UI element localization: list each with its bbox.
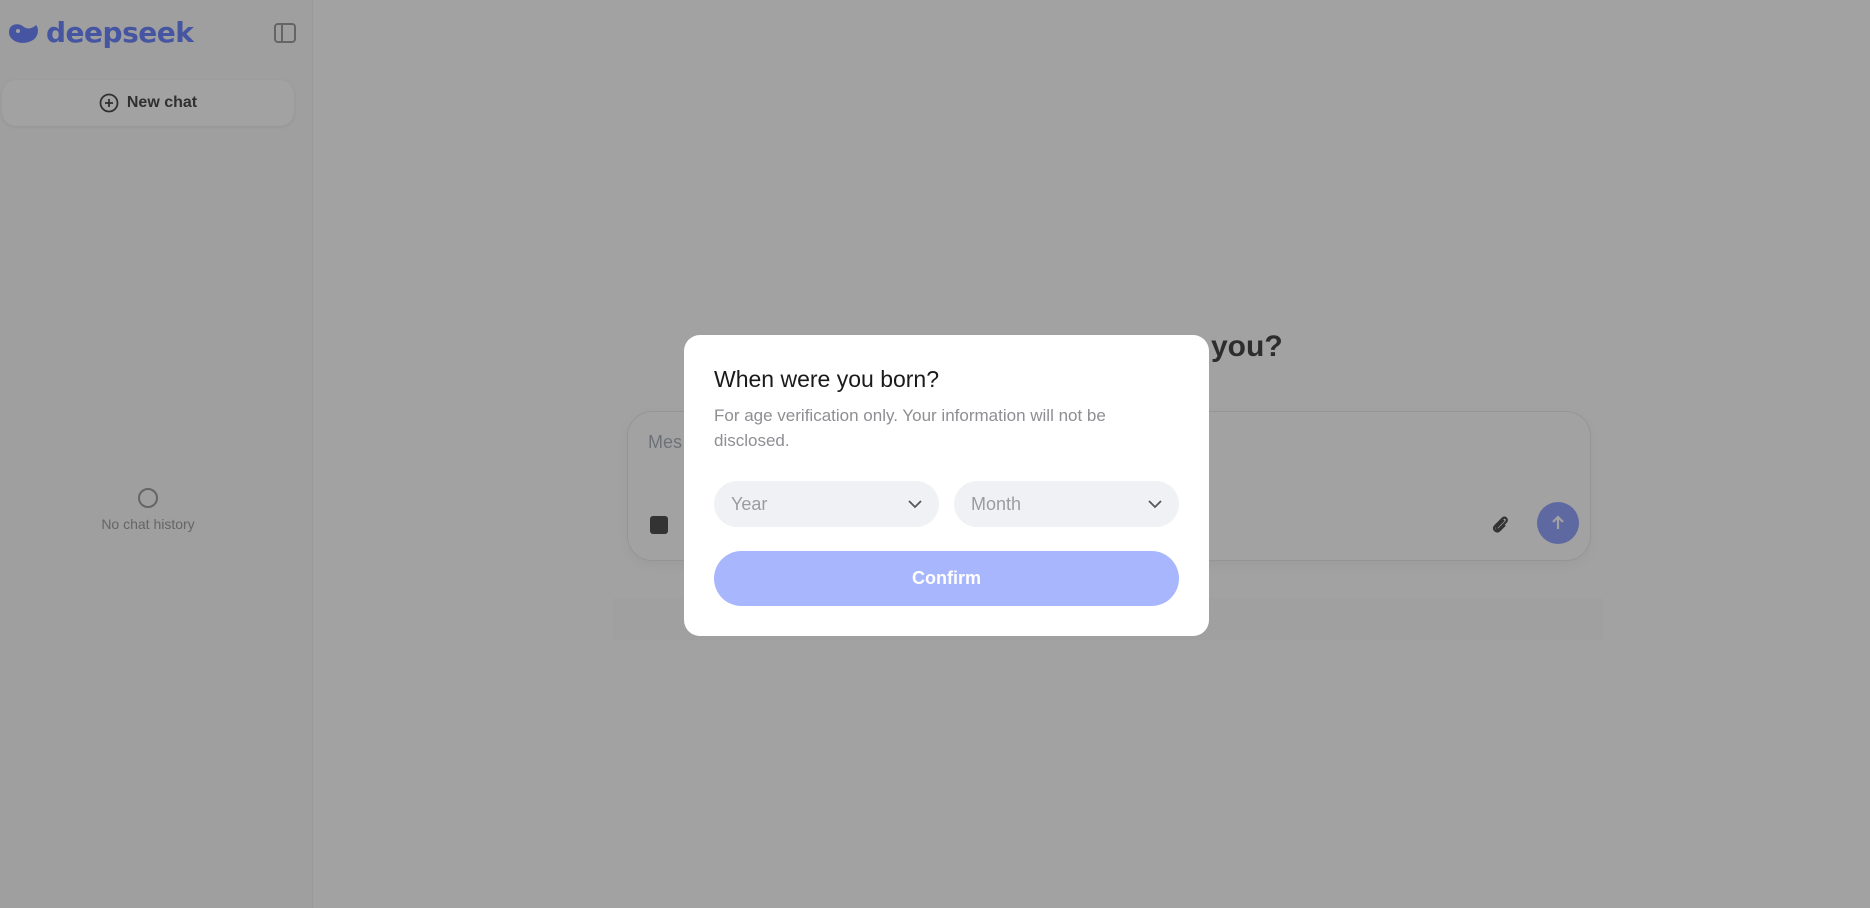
dialog-title: When were you born? bbox=[714, 366, 940, 392]
app-root: deepseek New chat No chat history you? M… bbox=[0, 0, 1870, 908]
chevron-down-icon bbox=[908, 500, 922, 509]
month-select[interactable]: Month bbox=[954, 481, 1179, 527]
age-verification-dialog: When were you born? For age verification… bbox=[684, 335, 1209, 636]
month-select-placeholder: Month bbox=[971, 493, 1022, 514]
dialog-description: For age verification only. Your informat… bbox=[714, 406, 1106, 450]
confirm-button[interactable]: Confirm bbox=[714, 551, 1179, 606]
year-select[interactable]: Year bbox=[714, 481, 939, 527]
chevron-down-icon bbox=[1148, 500, 1162, 509]
birth-date-selects: Year Month bbox=[714, 481, 1179, 527]
year-select-placeholder: Year bbox=[731, 493, 768, 514]
